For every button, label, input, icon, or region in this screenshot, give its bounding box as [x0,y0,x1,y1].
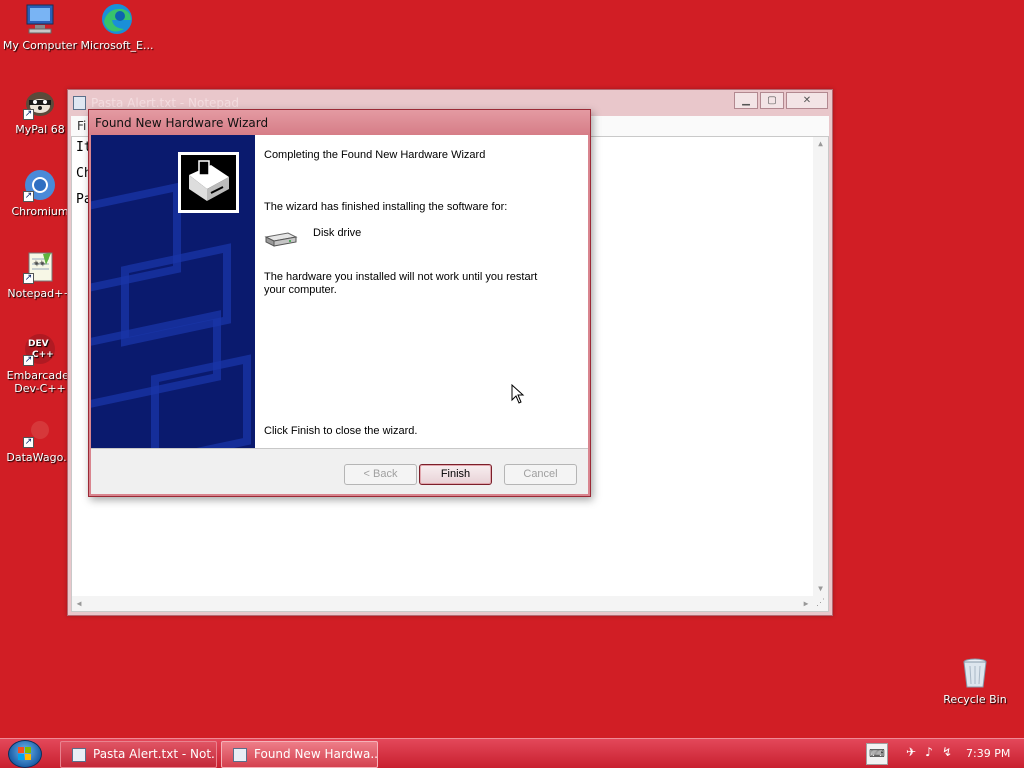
wizard-title: Found New Hardware Wizard [95,116,269,130]
taskbar: Pasta Alert.txt - Not... Found New Hardw… [0,738,1024,768]
hardware-wizard-dialog[interactable]: Found New Hardware Wizard Completing the… [88,109,591,497]
wizard-sidebar-banner [91,135,255,448]
desktop-icon-label: Microsoft_E... [80,39,154,52]
svg-text:DEV: DEV [28,339,49,349]
notepadpp-icon: ++ ↗ [23,250,57,284]
clock[interactable]: 7:39 PM [966,747,1010,760]
edge-icon [100,2,134,36]
installed-device-row: Disk drive [264,226,464,250]
wizard-content: Completing the Found New Hardware Wizard… [255,135,588,448]
taskbar-item-label: Pasta Alert.txt - Not... [93,747,217,761]
power-icon[interactable]: ↯ [940,745,954,759]
notepad-title: Pasta Alert.txt - Notepad [91,96,240,110]
hardware-install-icon [178,152,239,213]
network-icon[interactable]: ✈ [904,745,918,759]
notepad-icon [72,748,86,762]
desktop-icon-microsoft-edge[interactable]: Microsoft_E... [77,2,157,52]
scroll-right-icon[interactable]: ▶ [799,596,813,611]
wizard-button-bar: < Back Finish Cancel [91,448,588,494]
scroll-left-icon[interactable]: ◀ [72,596,86,611]
taskbar-item-hardware-wizard[interactable]: Found New Hardwa... [221,741,378,768]
closing-instruction: Click Finish to close the wizard. [264,425,418,437]
recycle-bin-icon [958,656,992,690]
wizard-finished-text: The wizard has finished installing the s… [264,201,508,213]
desktop-icon-label: Recycle Bin [943,693,1007,706]
datawagon-icon: ↗ [23,414,57,448]
system-tray: ⌨ ✈ ♪ ↯ 7:39 PM [866,739,1024,768]
wizard-window-icon [233,748,247,762]
computer-icon [23,2,57,36]
shortcut-arrow-icon: ↗ [23,273,34,284]
back-button[interactable]: < Back [344,464,417,485]
desktop-icon-recycle-bin[interactable]: Recycle Bin [935,656,1015,706]
svg-text:++: ++ [33,259,45,267]
shortcut-arrow-icon: ↗ [23,191,34,202]
cancel-button[interactable]: Cancel [504,464,577,485]
device-name: Disk drive [313,227,362,239]
notepad-icon [73,96,86,110]
chromium-icon: ↗ [23,168,57,202]
disk-drive-icon [264,231,298,247]
wizard-titlebar[interactable]: Found New Hardware Wizard [89,110,590,135]
taskbar-item-label: Found New Hardwa... [254,747,378,761]
vertical-scrollbar[interactable]: ▲ ▼ [813,137,828,596]
wizard-heading: Completing the Found New Hardware Wizard [264,149,486,161]
desktop-icon-my-computer[interactable]: My Computer [0,2,80,52]
wizard-client-area: Completing the Found New Hardware Wizard… [91,135,588,494]
desktop-icon-label: My Computer [2,39,78,52]
mouse-cursor-icon [511,384,525,404]
windows-logo-icon [18,747,31,760]
start-button[interactable] [8,740,42,768]
mypal-icon: ↗ [23,86,57,120]
volume-icon[interactable]: ♪ [922,745,936,759]
finish-button[interactable]: Finish [419,464,492,485]
minimize-button[interactable]: ▁ [734,92,758,109]
keyboard-icon[interactable]: ⌨ [866,743,888,765]
taskbar-item-notepad[interactable]: Pasta Alert.txt - Not... [60,741,217,768]
resize-grip-icon[interactable]: ⋰ [813,596,828,611]
horizontal-scrollbar[interactable]: ◀ ▶ [72,596,813,611]
shortcut-arrow-icon: ↗ [23,437,34,448]
scroll-up-icon[interactable]: ▲ [813,137,828,151]
scroll-down-icon[interactable]: ▼ [813,582,828,596]
maximize-button[interactable]: ▢ [760,92,784,109]
shortcut-arrow-icon: ↗ [23,109,34,120]
devcpp-icon: DEV C++ ↗ [23,332,57,366]
shortcut-arrow-icon: ↗ [23,355,34,366]
close-button[interactable]: ✕ [786,92,828,109]
restart-note: The hardware you installed will not work… [264,271,538,296]
svg-text:C++: C++ [32,350,54,360]
menu-file[interactable]: Fi [77,119,86,133]
